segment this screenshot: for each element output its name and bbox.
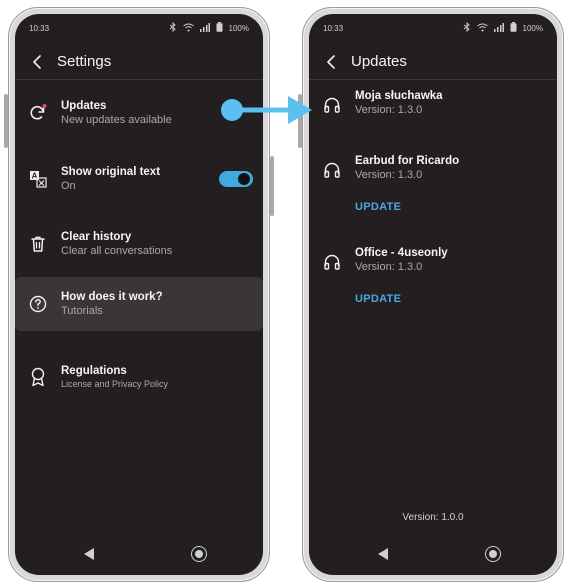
settings-item-how-does-it-work[interactable]: How does it work? Tutorials [15,277,263,331]
award-icon [27,366,49,388]
app-version-label: Version: 1.0.0 [402,512,464,523]
nav-back-icon[interactable] [377,547,389,566]
refresh-icon [27,102,49,124]
settings-item-updates[interactable]: Updates New updates available [15,86,263,140]
app-header: Updates [309,44,557,80]
help-icon [27,293,49,315]
update-button[interactable]: UPDATE [355,293,448,305]
toggle-knob [238,173,250,185]
settings-item-clear-history[interactable]: Clear history Clear all conversations [15,217,263,271]
battery-icon [510,22,517,34]
app-header: Settings [15,44,263,80]
device-list-item: Office - 4useonly Version: 1.3.0 UPDATE [309,247,557,305]
settings-item-show-original-text[interactable]: A Show original text On [15,152,263,206]
device-version: Version: 1.3.0 [355,261,423,273]
status-time: 10:33 [29,23,50,33]
headphones-icon [321,251,343,273]
nav-back-icon[interactable] [83,547,95,566]
settings-screen: 10:33 100% Settings Updates New updates … [15,14,263,575]
notification-dot [42,104,47,108]
device-version: Version: 1.3.0 [355,169,423,181]
phone-side-button [270,156,274,216]
settings-item-title: How does it work? [61,291,163,303]
settings-item-title: Updates [61,100,107,112]
nav-home-icon[interactable] [485,546,501,562]
phone-side-button [298,94,302,148]
wifi-icon [182,23,194,34]
battery-percent: 100% [228,23,249,33]
trash-icon [27,233,49,255]
settings-item-title: Clear history [61,231,132,243]
settings-item-subtitle: License and Privacy Policy [61,379,169,389]
nav-home-icon[interactable] [191,546,207,562]
headphones-icon [321,159,343,181]
signal-icon [493,22,504,34]
page-title: Settings [57,53,112,70]
device-list-item: Moja słuchawka Version: 1.3.0 [309,90,557,116]
settings-item-subtitle: Clear all conversations [61,245,173,257]
settings-item-subtitle: On [61,180,76,192]
settings-item-subtitle: Tutorials [61,305,103,317]
battery-icon [216,22,223,34]
device-name: Earbud for Ricardo [355,155,460,167]
show-original-text-toggle[interactable] [219,171,253,187]
translate-icon: A [27,168,49,190]
device-list-item: Earbud for Ricardo Version: 1.3.0 UPDATE [309,155,557,213]
wifi-icon [476,23,488,34]
phone-frame-right: 10:33 100% Updates Moja słuchawka Versio… [298,7,564,582]
bluetooth-icon [169,21,177,34]
device-version: Version: 1.3.0 [355,104,423,116]
updates-screen: 10:33 100% Updates Moja słuchawka Versio… [309,14,557,575]
phone-side-button [4,94,8,148]
back-arrow-icon[interactable] [27,52,47,72]
settings-item-regulations[interactable]: Regulations License and Privacy Policy [15,350,263,404]
status-time: 10:33 [323,23,344,33]
signal-icon [199,22,210,34]
phone-frame-left: 10:33 100% Settings Updates New updates … [4,7,274,582]
device-name: Moja słuchawka [355,90,443,102]
bluetooth-icon [463,21,471,34]
status-bar: 10:33 100% [15,14,263,42]
headphones-icon [321,94,343,116]
device-name: Office - 4useonly [355,247,448,259]
battery-percent: 100% [522,23,543,33]
page-title: Updates [351,53,407,70]
update-button[interactable]: UPDATE [355,201,459,213]
system-nav-bar [15,535,263,575]
status-bar: 10:33 100% [309,14,557,42]
system-nav-bar [309,535,557,575]
settings-item-subtitle: New updates available [61,114,172,126]
settings-item-title: Show original text [61,166,161,178]
back-arrow-icon[interactable] [321,52,341,72]
settings-item-title: Regulations [61,365,127,377]
